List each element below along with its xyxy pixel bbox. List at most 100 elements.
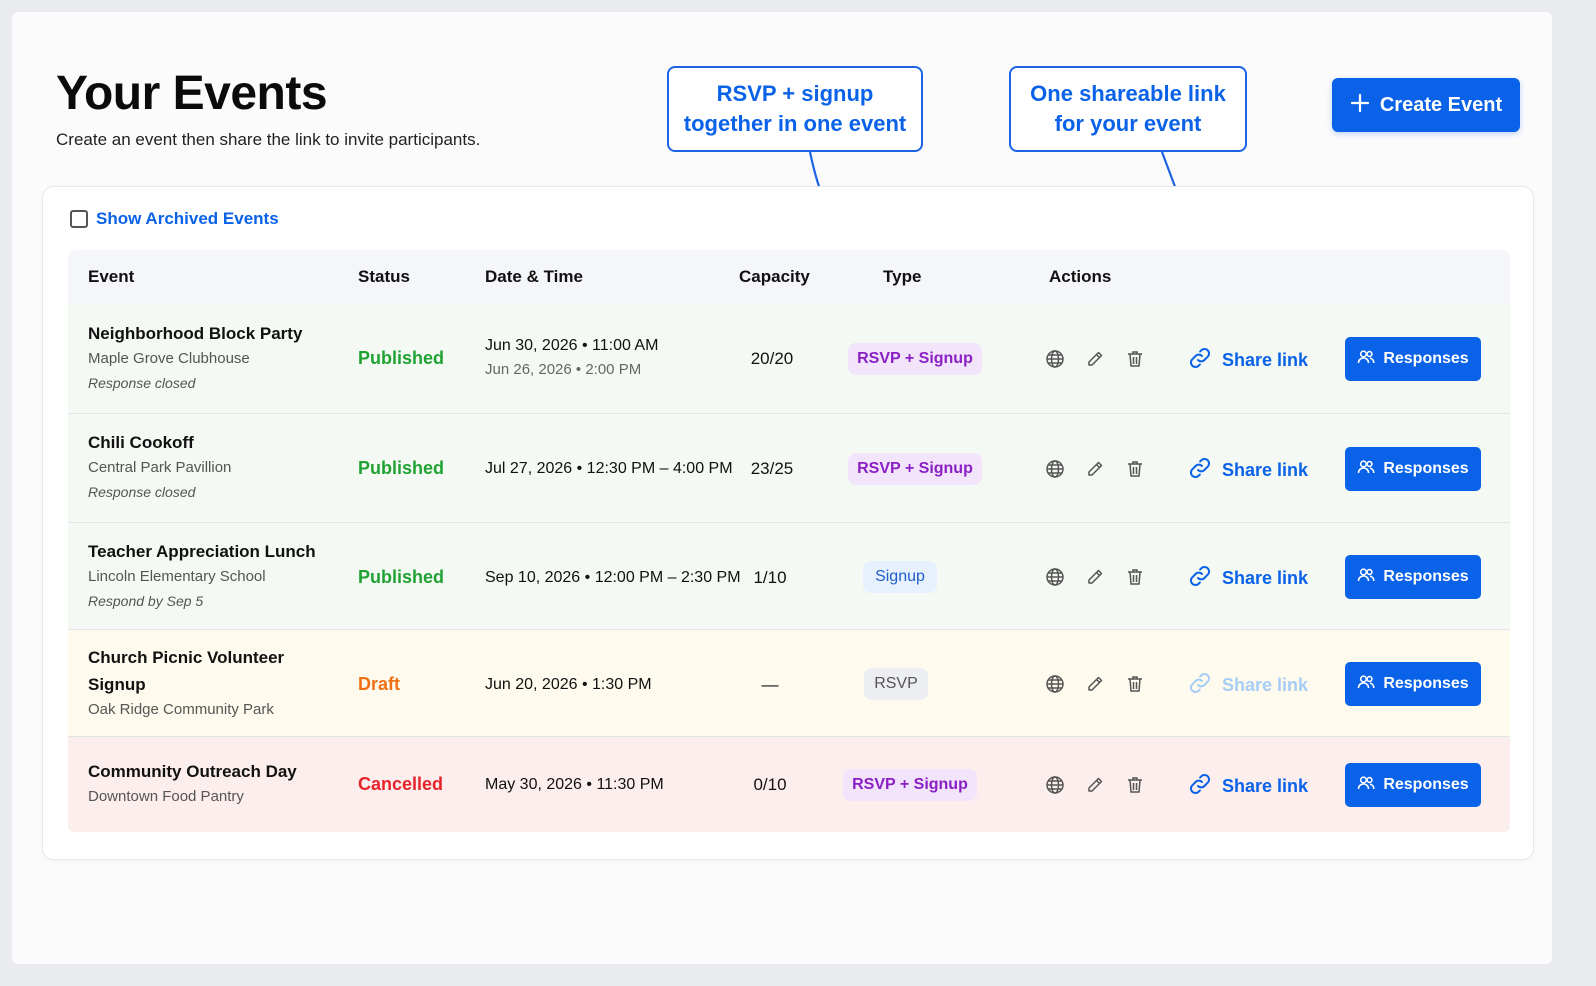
- event-capacity: 23/25: [750, 459, 794, 478]
- globe-icon[interactable]: [1044, 673, 1066, 695]
- events-card: Show Archived Events Event Status Date &…: [42, 186, 1534, 860]
- responses-label: Responses: [1383, 675, 1469, 692]
- users-icon: [1357, 459, 1375, 480]
- event-location: Downtown Food Pantry: [88, 788, 244, 805]
- share-link-label: Share link: [1222, 675, 1309, 695]
- table-header: Event Status Date & Time Capacity Type A…: [68, 250, 1510, 304]
- event-datetime: Jul 27, 2026 • 12:30 PM – 4:00 PM: [485, 460, 733, 477]
- trash-icon[interactable]: [1124, 458, 1146, 480]
- event-name[interactable]: Chili Cookoff: [88, 429, 231, 456]
- plus-icon: [1350, 90, 1370, 118]
- link-icon: [1188, 456, 1212, 485]
- table-row: Teacher Appreciation Lunch Lincoln Eleme…: [68, 523, 1510, 630]
- show-archived-checkbox[interactable]: [70, 210, 88, 228]
- callout-rsvp-signup: RSVP + signup together in one event: [667, 66, 923, 152]
- responses-button[interactable]: Responses: [1345, 447, 1481, 491]
- share-link-label: Share link: [1222, 350, 1309, 370]
- event-note: Response closed: [88, 484, 196, 500]
- event-datetime-secondary: Jun 26, 2026 • 2:00 PM: [485, 361, 642, 378]
- users-icon: [1357, 674, 1375, 695]
- event-datetime: Jun 20, 2026 • 1:30 PM: [485, 676, 652, 693]
- type-badge: RSVP + Signup: [843, 769, 977, 801]
- page-title: Your Events: [56, 67, 328, 120]
- share-link-label: Share link: [1222, 460, 1309, 480]
- share-link-disabled: Share link: [1188, 671, 1308, 700]
- globe-icon[interactable]: [1044, 458, 1066, 480]
- create-event-label: Create Event: [1379, 93, 1503, 116]
- type-badge: RSVP + Signup: [848, 343, 982, 375]
- globe-icon[interactable]: [1044, 348, 1066, 370]
- table-row: Chili Cookoff Central Park Pavillion Res…: [68, 414, 1510, 523]
- trash-icon[interactable]: [1124, 348, 1146, 370]
- trash-icon[interactable]: [1124, 566, 1146, 588]
- event-note: Respond by Sep 5: [88, 593, 204, 609]
- users-icon: [1357, 775, 1375, 796]
- share-link-label: Share link: [1222, 776, 1309, 796]
- event-location: Oak Ridge Community Park: [88, 701, 274, 718]
- type-badge: Signup: [863, 561, 937, 593]
- trash-icon[interactable]: [1124, 774, 1146, 796]
- share-link[interactable]: Share link: [1188, 772, 1308, 801]
- pencil-icon[interactable]: [1084, 458, 1106, 480]
- link-icon: [1188, 564, 1212, 593]
- status-badge: Published: [358, 458, 445, 478]
- show-archived-toggle[interactable]: Show Archived Events: [70, 209, 279, 229]
- event-name[interactable]: Neighborhood Block Party: [88, 320, 302, 347]
- events-table: Event Status Date & Time Capacity Type A…: [68, 250, 1510, 832]
- status-badge: Cancelled: [358, 774, 444, 794]
- page-subtitle: Create an event then share the link to i…: [56, 130, 481, 149]
- responses-button[interactable]: Responses: [1345, 555, 1481, 599]
- event-datetime: Sep 10, 2026 • 12:00 PM – 2:30 PM: [485, 569, 741, 586]
- users-icon: [1357, 349, 1375, 370]
- event-name-continued: Signup: [88, 675, 146, 694]
- col-type: Type: [883, 267, 922, 286]
- link-icon: [1188, 346, 1212, 375]
- col-event: Event: [88, 267, 135, 286]
- show-archived-label: Show Archived Events: [96, 209, 279, 228]
- globe-icon[interactable]: [1044, 566, 1066, 588]
- event-name[interactable]: Church Picnic Volunteer: [88, 644, 284, 671]
- col-datetime: Date & Time: [485, 267, 583, 286]
- event-location: Maple Grove Clubhouse: [88, 350, 250, 367]
- col-actions: Actions: [1049, 267, 1112, 286]
- globe-icon[interactable]: [1044, 774, 1066, 796]
- table-row: Church Picnic Volunteer Signup Oak Ridge…: [68, 630, 1510, 737]
- pencil-icon[interactable]: [1084, 774, 1106, 796]
- responses-label: Responses: [1383, 350, 1469, 367]
- responses-button[interactable]: Responses: [1345, 763, 1481, 807]
- pencil-icon[interactable]: [1084, 566, 1106, 588]
- responses-label: Responses: [1383, 568, 1469, 585]
- event-location: Lincoln Elementary School: [88, 568, 266, 585]
- col-capacity: Capacity: [739, 267, 810, 286]
- type-badge: RSVP: [864, 668, 928, 700]
- pencil-icon[interactable]: [1084, 348, 1106, 370]
- event-location: Central Park Pavillion: [88, 459, 232, 476]
- event-capacity: 20/20: [750, 349, 794, 368]
- event-note: Response closed: [88, 375, 196, 391]
- table-row: Neighborhood Block Party Maple Grove Clu…: [68, 304, 1510, 414]
- pencil-icon[interactable]: [1084, 673, 1106, 695]
- col-status: Status: [358, 267, 410, 286]
- responses-label: Responses: [1383, 776, 1469, 793]
- event-capacity: 0/10: [753, 775, 787, 794]
- share-link[interactable]: Share link: [1188, 346, 1308, 375]
- event-name[interactable]: Teacher Appreciation Lunch: [88, 538, 316, 565]
- responses-button[interactable]: Responses: [1345, 662, 1481, 706]
- trash-icon[interactable]: [1124, 673, 1146, 695]
- type-badge: RSVP + Signup: [848, 453, 982, 485]
- users-icon: [1357, 567, 1375, 588]
- share-link[interactable]: Share link: [1188, 456, 1308, 485]
- responses-button[interactable]: Responses: [1345, 337, 1481, 381]
- status-badge: Published: [358, 567, 445, 587]
- create-event-button[interactable]: Create Event: [1332, 78, 1520, 132]
- event-datetime: May 30, 2026 • 11:30 PM: [485, 776, 664, 793]
- link-icon: [1188, 772, 1212, 801]
- share-link[interactable]: Share link: [1188, 564, 1308, 593]
- event-name[interactable]: Community Outreach Day: [88, 758, 297, 785]
- status-badge: Draft: [358, 674, 401, 694]
- event-capacity: 1/10: [753, 568, 787, 587]
- event-capacity: —: [761, 675, 779, 694]
- status-badge: Published: [358, 348, 445, 368]
- link-icon: [1188, 671, 1212, 700]
- callout-shareable-link: One shareable link for your event: [1009, 66, 1247, 152]
